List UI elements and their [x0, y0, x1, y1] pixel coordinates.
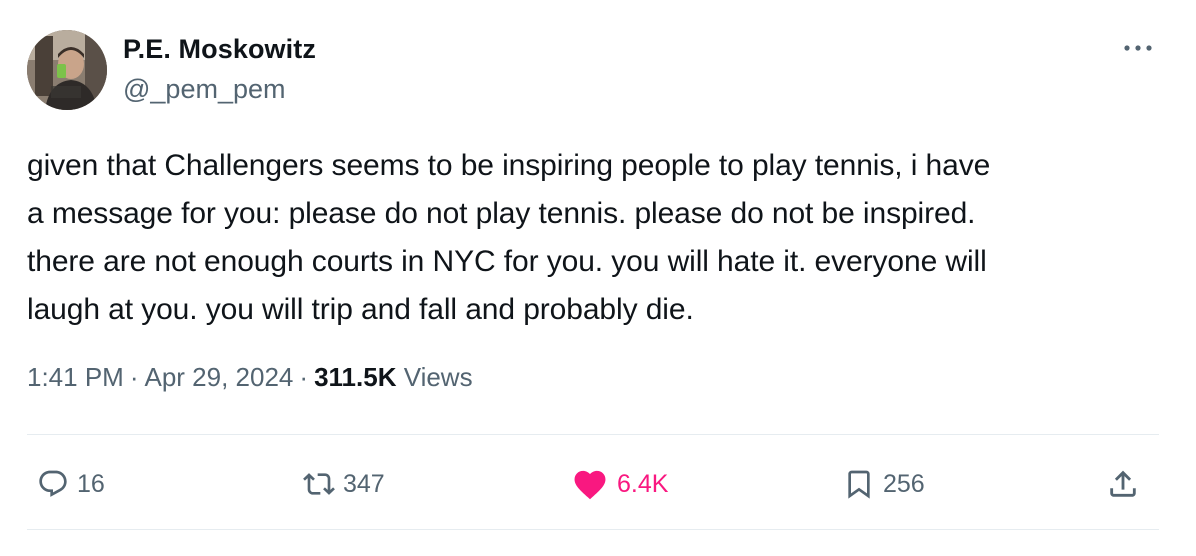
separator: ·: [129, 362, 139, 392]
tweet-time[interactable]: 1:41 PM: [27, 362, 124, 392]
retweet-icon: [303, 468, 335, 500]
avatar[interactable]: [27, 30, 107, 110]
views-label: Views: [403, 362, 473, 392]
bookmark-count: 256: [883, 469, 925, 498]
reply-count: 16: [77, 469, 105, 498]
separator: ·: [299, 362, 309, 392]
profile-photo: [27, 30, 107, 110]
heart-icon: [571, 467, 609, 501]
divider: [27, 434, 1159, 435]
like-button[interactable]: 6.4K: [571, 462, 668, 506]
reply-button[interactable]: 16: [37, 462, 105, 506]
tweet-metadata: 1:41 PM · Apr 29, 2024 · 311.5K Views: [27, 362, 473, 393]
divider: [27, 529, 1159, 530]
more-horizontal-icon: [1124, 45, 1152, 51]
retweet-button[interactable]: 347: [303, 462, 385, 506]
more-options-button[interactable]: [1118, 32, 1158, 64]
tweet-card: P.E. Moskowitz @_pem_pem given that Chal…: [0, 0, 1196, 556]
tweet-date[interactable]: Apr 29, 2024: [145, 362, 294, 392]
reply-icon: [37, 468, 69, 500]
share-icon: [1106, 467, 1140, 501]
author-name[interactable]: P.E. Moskowitz: [123, 34, 316, 65]
views-count: 311.5K: [314, 362, 397, 392]
bookmark-button[interactable]: 256: [843, 462, 925, 506]
like-count: 6.4K: [617, 469, 669, 498]
author-handle[interactable]: @_pem_pem: [123, 74, 286, 105]
bookmark-icon: [843, 467, 875, 501]
tweet-text: given that Challengers seems to be inspi…: [27, 149, 991, 326]
retweet-count: 347: [343, 469, 385, 498]
share-button[interactable]: [1106, 462, 1140, 506]
